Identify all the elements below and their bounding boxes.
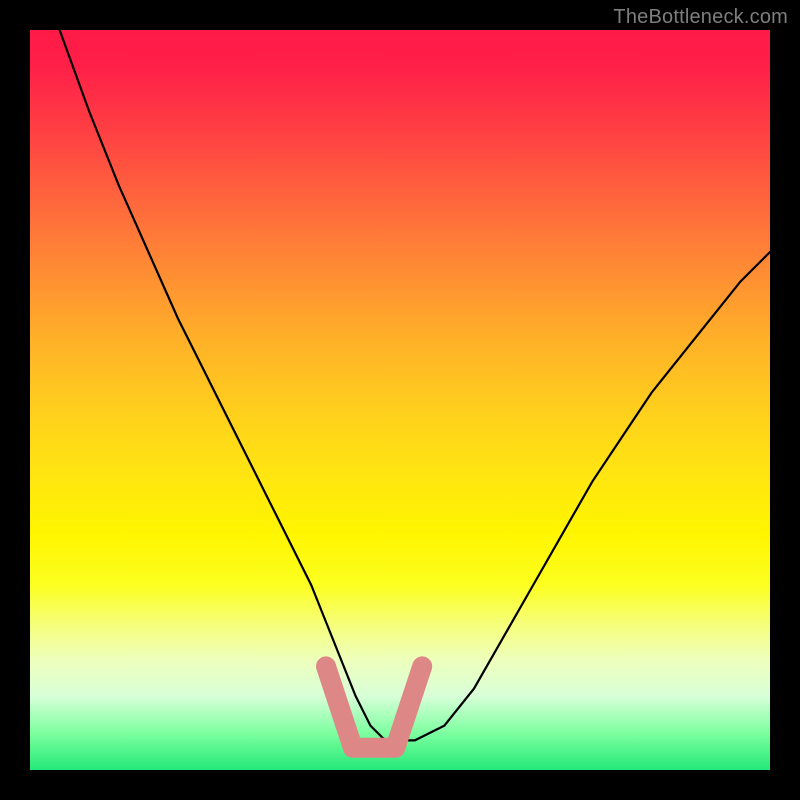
chart-frame: TheBottleneck.com — [0, 0, 800, 800]
watermark: TheBottleneck.com — [613, 6, 788, 29]
gradient-background — [30, 30, 770, 770]
